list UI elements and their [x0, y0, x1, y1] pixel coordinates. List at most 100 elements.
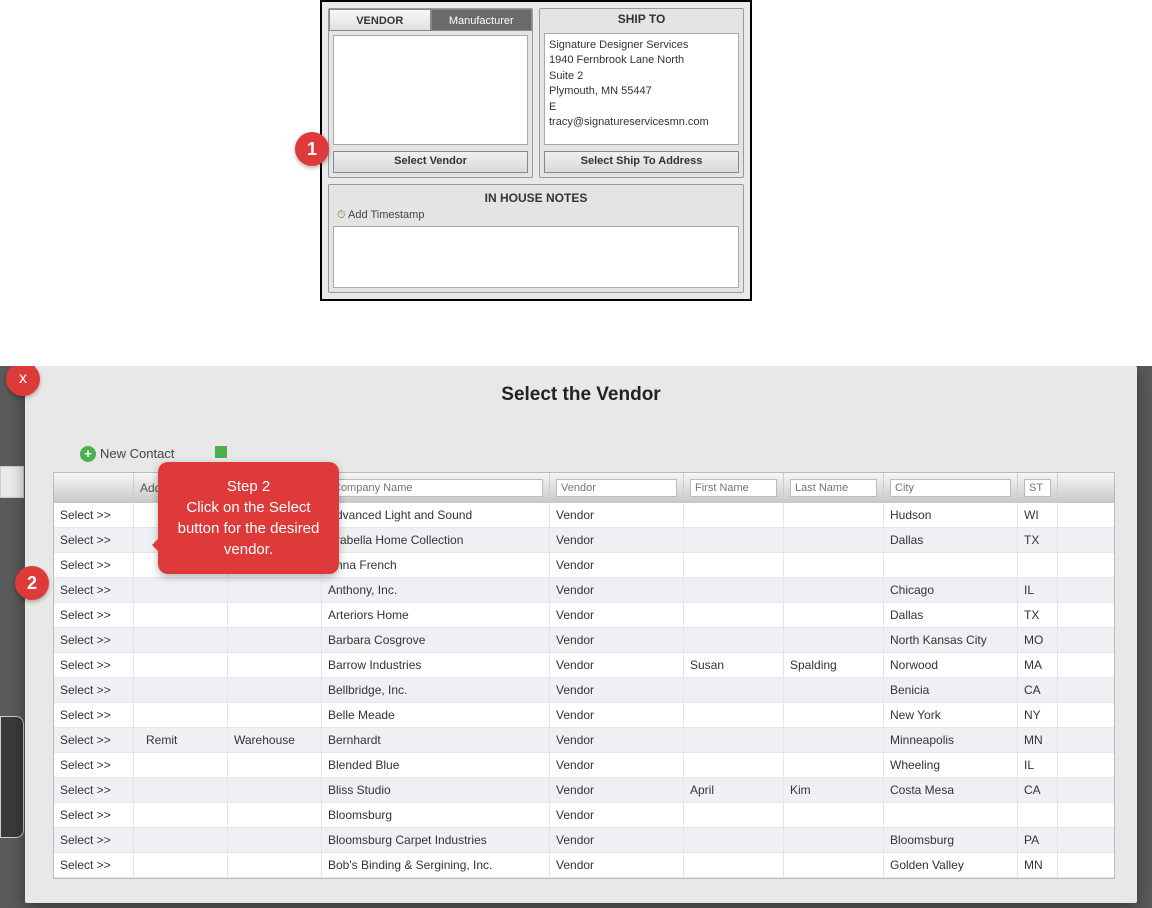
table-row: Select >>Anthony, Inc.VendorChicagoIL	[54, 578, 1114, 603]
cell-address	[134, 778, 228, 802]
shipto-title: SHIP TO	[540, 9, 743, 29]
shipto-text-area[interactable]: Signature Designer Services1940 Fernbroo…	[544, 33, 739, 145]
cell-last-name	[784, 728, 884, 752]
cell-address	[134, 578, 228, 602]
cell-last-name	[784, 628, 884, 652]
filter-company[interactable]	[328, 479, 543, 497]
filter-first-name[interactable]	[690, 479, 777, 497]
notes-textarea[interactable]	[333, 226, 739, 288]
select-row-button[interactable]: Select >>	[54, 778, 134, 802]
select-shipto-button[interactable]: Select Ship To Address	[544, 151, 739, 173]
filter-vendor[interactable]	[556, 479, 677, 497]
cell-st: MN	[1018, 853, 1058, 877]
select-row-button[interactable]: Select >>	[54, 553, 134, 577]
cell-company: Blended Blue	[322, 753, 550, 777]
cell-address	[134, 628, 228, 652]
select-row-button[interactable]: Select >>	[54, 578, 134, 602]
select-row-button[interactable]: Select >>	[54, 528, 134, 552]
callout-title: Step 2	[176, 476, 321, 497]
cell-vendor: Vendor	[550, 778, 684, 802]
cell-city: New York	[884, 703, 1018, 727]
select-row-button[interactable]: Select >>	[54, 828, 134, 852]
cell-city: Norwood	[884, 653, 1018, 677]
filter-st[interactable]	[1024, 479, 1051, 497]
filter-last-name[interactable]	[790, 479, 877, 497]
secondary-add-icon[interactable]	[215, 446, 227, 458]
notes-box: IN HOUSE NOTES Add Timestamp	[328, 184, 744, 293]
cell-first-name	[684, 528, 784, 552]
table-row: Select >>BloomsburgVendor	[54, 803, 1114, 828]
cell-company: Barbara Cosgrove	[322, 628, 550, 652]
select-row-button[interactable]: Select >>	[54, 803, 134, 827]
cell-st: MA	[1018, 653, 1058, 677]
cell-first-name	[684, 803, 784, 827]
notes-title: IN HOUSE NOTES	[333, 189, 739, 207]
cell-vendor: Vendor	[550, 553, 684, 577]
cell-st: PA	[1018, 828, 1058, 852]
table-row: Select >>Barrow IndustriesVendorSusanSpa…	[54, 653, 1114, 678]
select-row-button[interactable]: Select >>	[54, 753, 134, 777]
cell-st: IL	[1018, 578, 1058, 602]
cell-warehouse	[228, 603, 322, 627]
cell-st: IL	[1018, 753, 1058, 777]
cell-vendor: Vendor	[550, 528, 684, 552]
cell-last-name	[784, 678, 884, 702]
cell-warehouse: Warehouse	[228, 728, 322, 752]
cell-warehouse	[228, 828, 322, 852]
cell-warehouse	[228, 653, 322, 677]
cell-city: Golden Valley	[884, 853, 1018, 877]
cell-last-name	[784, 503, 884, 527]
select-row-button[interactable]: Select >>	[54, 678, 134, 702]
cell-company: Bellbridge, Inc.	[322, 678, 550, 702]
callout-body: Click on the Select button for the desir…	[176, 497, 321, 560]
new-contact-button[interactable]: +New Contact	[80, 446, 174, 462]
cell-st: CA	[1018, 678, 1058, 702]
cell-warehouse	[228, 578, 322, 602]
cell-vendor: Vendor	[550, 728, 684, 752]
cell-first-name	[684, 578, 784, 602]
cell-first-name	[684, 628, 784, 652]
add-timestamp-link[interactable]: Add Timestamp	[333, 207, 739, 224]
cell-vendor: Vendor	[550, 828, 684, 852]
select-row-button[interactable]: Select >>	[54, 703, 134, 727]
vendor-modal: Select the Vendor +New Contact Addresses…	[25, 366, 1137, 903]
callout-step2: Step 2 Click on the Select button for th…	[158, 462, 339, 574]
cell-warehouse	[228, 753, 322, 777]
select-row-button[interactable]: Select >>	[54, 503, 134, 527]
cell-st: MO	[1018, 628, 1058, 652]
cell-warehouse	[228, 628, 322, 652]
cell-city: Chicago	[884, 578, 1018, 602]
tab-vendor[interactable]: VENDOR	[329, 9, 431, 31]
select-vendor-button[interactable]: Select Vendor	[333, 151, 528, 173]
select-row-button[interactable]: Select >>	[54, 853, 134, 877]
select-row-button[interactable]: Select >>	[54, 603, 134, 627]
cell-city: Dallas	[884, 528, 1018, 552]
cell-last-name	[784, 853, 884, 877]
select-row-button[interactable]: Select >>	[54, 728, 134, 752]
cell-address	[134, 803, 228, 827]
cell-first-name	[684, 678, 784, 702]
vendor-text-area[interactable]	[333, 35, 528, 145]
cell-first-name	[684, 553, 784, 577]
cell-vendor: Vendor	[550, 853, 684, 877]
cell-last-name	[784, 803, 884, 827]
cell-company: Barrow Industries	[322, 653, 550, 677]
cell-first-name	[684, 828, 784, 852]
cell-last-name	[784, 703, 884, 727]
cell-company: Bernhardt	[322, 728, 550, 752]
select-row-button[interactable]: Select >>	[54, 653, 134, 677]
cell-last-name	[784, 528, 884, 552]
cell-address	[134, 828, 228, 852]
cell-last-name: Spalding	[784, 653, 884, 677]
step-badge-2: 2	[15, 566, 49, 600]
table-row: Select >>Belle MeadeVendorNew YorkNY	[54, 703, 1114, 728]
cell-st: WI	[1018, 503, 1058, 527]
cell-address	[134, 653, 228, 677]
cell-city	[884, 553, 1018, 577]
select-row-button[interactable]: Select >>	[54, 628, 134, 652]
tab-manufacturer[interactable]: Manufacturer	[431, 9, 533, 31]
plus-icon: +	[80, 446, 96, 462]
table-row: Select >>Bob's Binding & Sergining, Inc.…	[54, 853, 1114, 878]
filter-city[interactable]	[890, 479, 1011, 497]
cell-company: Anthony, Inc.	[322, 578, 550, 602]
